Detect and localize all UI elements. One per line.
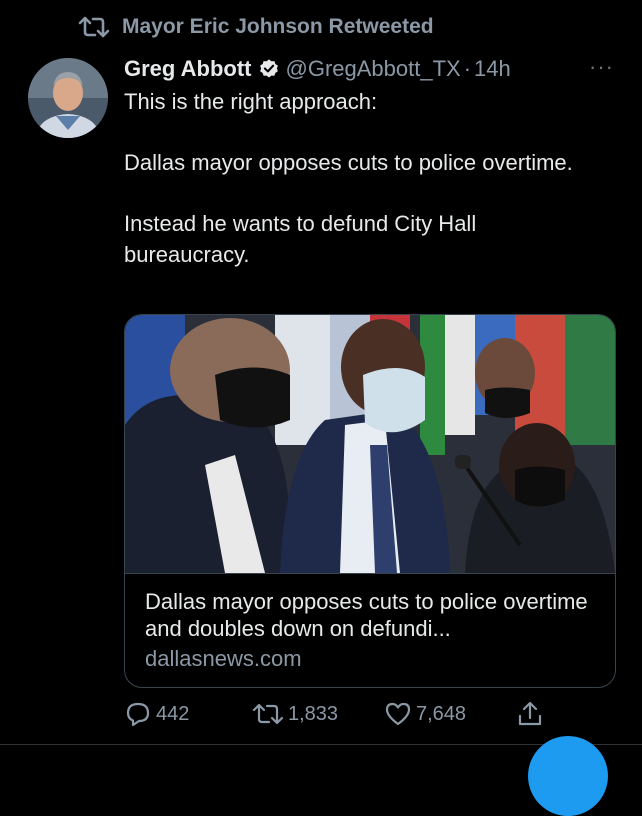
retweet-icon [252, 703, 284, 725]
retweet-button[interactable]: 1,833 [252, 701, 384, 727]
author-handle[interactable]: @GregAbbott_TX [286, 56, 461, 82]
card-body: Dallas mayor opposes cuts to police over… [125, 573, 615, 687]
share-button[interactable] [516, 700, 544, 728]
tweet-text: This is the right approach: Dallas mayor… [124, 86, 594, 300]
tweet-header: Greg Abbott @GregAbbott_TX · 14h ··· [124, 54, 614, 82]
reply-button[interactable]: 442 [124, 700, 252, 728]
tweet-line: This is the right approach: [124, 89, 378, 114]
retweet-icon [78, 16, 110, 38]
separator-dot: · [463, 56, 472, 81]
verified-badge-icon [259, 59, 278, 78]
compose-tweet-button[interactable] [528, 736, 608, 816]
tweet-line: Instead he wants to defund City Hall bur… [124, 211, 477, 267]
card-title: Dallas mayor opposes cuts to police over… [145, 589, 588, 641]
reply-icon [126, 702, 150, 727]
link-card[interactable]: Dallas mayor opposes cuts to police over… [124, 314, 616, 688]
share-icon [518, 701, 542, 726]
action-bar: 442 1,833 7,648 [124, 700, 544, 728]
tweet-timestamp[interactable]: 14h [474, 56, 511, 82]
card-image [125, 315, 615, 573]
reply-count: 442 [156, 702, 190, 725]
tweet-line: Dallas mayor opposes cuts to police over… [124, 150, 573, 175]
like-count: 7,648 [416, 702, 467, 725]
more-options-icon[interactable]: ··· [589, 54, 614, 80]
avatar-photo [28, 58, 108, 138]
retweet-count: 1,833 [288, 702, 339, 725]
retweet-context[interactable]: Mayor Eric Johnson Retweeted [78, 14, 434, 40]
like-button[interactable]: 7,648 [384, 700, 516, 728]
retweet-label: Mayor Eric Johnson Retweeted [122, 15, 434, 38]
card-domain: dallasnews.com [145, 646, 302, 671]
heart-icon [385, 702, 411, 726]
avatar[interactable] [28, 58, 108, 138]
author-name[interactable]: Greg Abbott [124, 56, 252, 82]
